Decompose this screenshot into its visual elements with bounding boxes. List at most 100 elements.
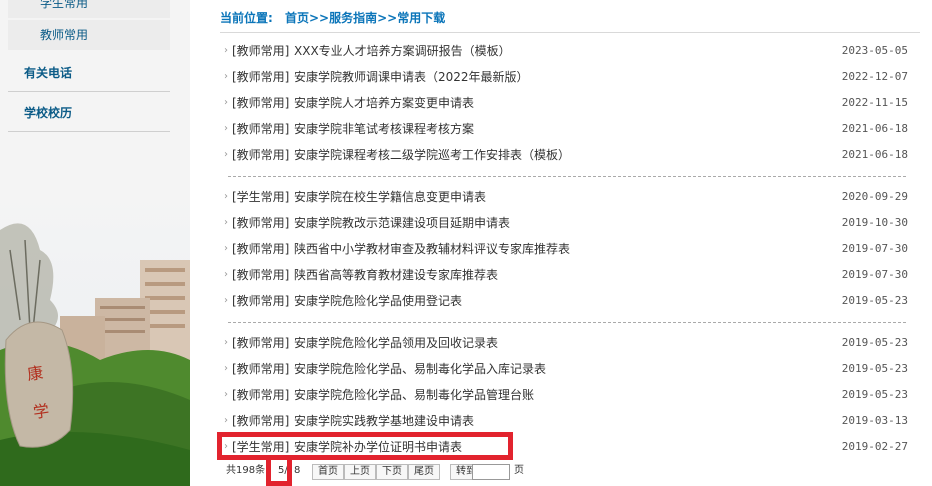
item-category: [教师常用] [232, 216, 290, 230]
list-item[interactable]: › [教师常用] 陕西省高等教育教材建设专家库推荐表 2019-07-30 [220, 262, 920, 288]
download-list-group-2: › [学生常用] 安康学院在校生学籍信息变更申请表 2020-09-29 › [… [220, 184, 920, 314]
item-date: 2019-05-23 [841, 294, 908, 307]
item-category: [教师常用] [232, 336, 290, 350]
first-page-button[interactable]: 首页 [312, 464, 344, 480]
item-title-link[interactable]: 安康学院教师调课申请表（2022年最新版） [294, 64, 529, 90]
sidebar-item-calendar[interactable]: 学校校历 [8, 94, 170, 132]
item-category: [学生常用] [232, 440, 290, 454]
list-item[interactable]: › [教师常用] 安康学院人才培养方案变更申请表 2022-11-15 [220, 90, 920, 116]
chevron-right-icon: › [224, 123, 228, 134]
item-title-link[interactable]: 安康学院危险化学品、易制毒化学品管理台账 [294, 382, 534, 408]
prev-page-button[interactable]: 上页 [344, 464, 376, 480]
item-title-link[interactable]: 安康学院实践教学基地建设申请表 [294, 408, 474, 434]
item-title-link[interactable]: 安康学院课程考核二级学院巡考工作安排表（模板） [294, 142, 570, 168]
item-title-link[interactable]: 陕西省中小学教材审查及教辅材料评议专家库推荐表 [294, 236, 570, 262]
next-page-button[interactable]: 下页 [376, 464, 408, 480]
item-title-link[interactable]: 安康学院人才培养方案变更申请表 [294, 90, 474, 116]
item-date: 2019-03-13 [841, 414, 908, 427]
item-category: [教师常用] [232, 44, 290, 58]
item-category: [教师常用] [232, 70, 290, 84]
list-item[interactable]: › [教师常用] 安康学院课程考核二级学院巡考工作安排表（模板） 2021-06… [220, 142, 920, 168]
list-item[interactable]: › [教师常用] 安康学院危险化学品、易制毒化学品入库记录表 2019-05-2… [220, 356, 920, 382]
list-item[interactable]: › [教师常用] 安康学院教师调课申请表（2022年最新版） 2022-12-0… [220, 64, 920, 90]
list-item[interactable]: › [教师常用] 安康学院危险化学品、易制毒化学品管理台账 2019-05-23 [220, 382, 920, 408]
item-title-link[interactable]: 安康学院危险化学品领用及回收记录表 [294, 330, 498, 356]
pager-total-pages: 8 [294, 465, 301, 476]
item-title-link[interactable]: 安康学院非笔试考核课程考核方案 [294, 116, 474, 142]
chevron-right-icon: › [224, 149, 228, 160]
chevron-right-icon: › [224, 97, 228, 108]
last-page-button[interactable]: 尾页 [408, 464, 440, 480]
item-date: 2019-05-23 [841, 336, 908, 349]
main-content: 当前位置: 首页>>服务指南>>常用下载 › [教师常用] XXX专业人才培养方… [206, 0, 932, 486]
chevron-right-icon: › [224, 295, 228, 306]
item-category: [学生常用] [232, 190, 290, 204]
list-item[interactable]: › [教师常用] XXX专业人才培养方案调研报告（模板） 2023-05-05 [220, 38, 920, 64]
item-category: [教师常用] [232, 242, 290, 256]
chevron-right-icon: › [224, 217, 228, 228]
list-item[interactable]: › [学生常用] 安康学院补办学位证明书申请表 2019-02-27 [220, 434, 920, 460]
breadcrumb: 当前位置: 首页>>服务指南>>常用下载 [220, 9, 920, 33]
left-sidebar: 学生常用 教师常用 有关电话 学校校历 康 学 [0, 0, 190, 486]
chevron-right-icon: › [224, 441, 228, 452]
list-item[interactable]: › [学生常用] 安康学院在校生学籍信息变更申请表 2020-09-29 [220, 184, 920, 210]
item-date: 2020-09-29 [841, 190, 908, 203]
item-date: 2019-05-23 [841, 362, 908, 375]
chevron-right-icon: › [224, 337, 228, 348]
chevron-right-icon: › [224, 269, 228, 280]
chevron-right-icon: › [224, 71, 228, 82]
item-title-link[interactable]: 安康学院教改示范课建设项目延期申请表 [294, 210, 510, 236]
list-item[interactable]: › [教师常用] 安康学院非笔试考核课程考核方案 2021-06-18 [220, 116, 920, 142]
chevron-right-icon: › [224, 389, 228, 400]
chevron-right-icon: › [224, 243, 228, 254]
breadcrumb-path[interactable]: 首页>>服务指南>>常用下载 [285, 11, 445, 25]
item-category: [教师常用] [232, 388, 290, 402]
page-unit-label: 页 [514, 465, 524, 476]
list-item[interactable]: › [教师常用] 安康学院实践教学基地建设申请表 2019-03-13 [220, 408, 920, 434]
list-item[interactable]: › [教师常用] 安康学院危险化学品领用及回收记录表 2019-05-23 [220, 330, 920, 356]
svg-text:康: 康 [26, 363, 45, 384]
item-title-link[interactable]: 安康学院补办学位证明书申请表 [294, 434, 462, 460]
item-date: 2021-06-18 [841, 148, 908, 161]
item-category: [教师常用] [232, 122, 290, 136]
item-category: [教师常用] [232, 362, 290, 376]
chevron-right-icon: › [224, 191, 228, 202]
item-title-link[interactable]: 安康学院在校生学籍信息变更申请表 [294, 184, 486, 210]
item-title-link[interactable]: 安康学院危险化学品、易制毒化学品入库记录表 [294, 356, 546, 382]
sidebar-subitem-teacher[interactable]: 教师常用 [8, 20, 170, 50]
item-date: 2019-07-30 [841, 268, 908, 281]
item-date: 2019-02-27 [841, 440, 908, 453]
pager-total: 共198条 [226, 465, 266, 476]
item-category: [教师常用] [232, 414, 290, 428]
item-category: [教师常用] [232, 148, 290, 162]
item-category: [教师常用] [232, 294, 290, 308]
list-item[interactable]: › [教师常用] 安康学院危险化学品使用登记表 2019-05-23 [220, 288, 920, 314]
chevron-right-icon: › [224, 363, 228, 374]
chevron-right-icon: › [224, 45, 228, 56]
goto-page-input[interactable] [472, 464, 510, 480]
item-title-link[interactable]: XXX专业人才培养方案调研报告（模板） [294, 38, 511, 64]
svg-text:学: 学 [32, 401, 51, 422]
chevron-right-icon: › [224, 415, 228, 426]
item-date: 2023-05-05 [841, 44, 908, 57]
list-item[interactable]: › [教师常用] 陕西省中小学教材审查及教辅材料评议专家库推荐表 2019-07… [220, 236, 920, 262]
item-date: 2022-11-15 [841, 96, 908, 109]
item-category: [教师常用] [232, 96, 290, 110]
group-divider [228, 322, 906, 323]
item-date: 2019-05-23 [841, 388, 908, 401]
item-title-link[interactable]: 安康学院危险化学品使用登记表 [294, 288, 462, 314]
breadcrumb-prefix: 当前位置: [220, 11, 273, 25]
list-item[interactable]: › [教师常用] 安康学院教改示范课建设项目延期申请表 2019-10-30 [220, 210, 920, 236]
item-category: [教师常用] [232, 268, 290, 282]
sidebar-item-phone[interactable]: 有关电话 [8, 54, 170, 92]
campus-image: 康 学 [0, 190, 190, 486]
item-date: 2019-10-30 [841, 216, 908, 229]
download-list-group-3: › [教师常用] 安康学院危险化学品领用及回收记录表 2019-05-23 › … [220, 330, 920, 460]
pager-current: 5/ [278, 465, 288, 476]
download-list-group-1: › [教师常用] XXX专业人才培养方案调研报告（模板） 2023-05-05 … [220, 38, 920, 168]
sidebar-subitem-student[interactable]: 学生常用 [8, 0, 170, 18]
item-date: 2022-12-07 [841, 70, 908, 83]
item-title-link[interactable]: 陕西省高等教育教材建设专家库推荐表 [294, 262, 498, 288]
item-date: 2021-06-18 [841, 122, 908, 135]
item-date: 2019-07-30 [841, 242, 908, 255]
